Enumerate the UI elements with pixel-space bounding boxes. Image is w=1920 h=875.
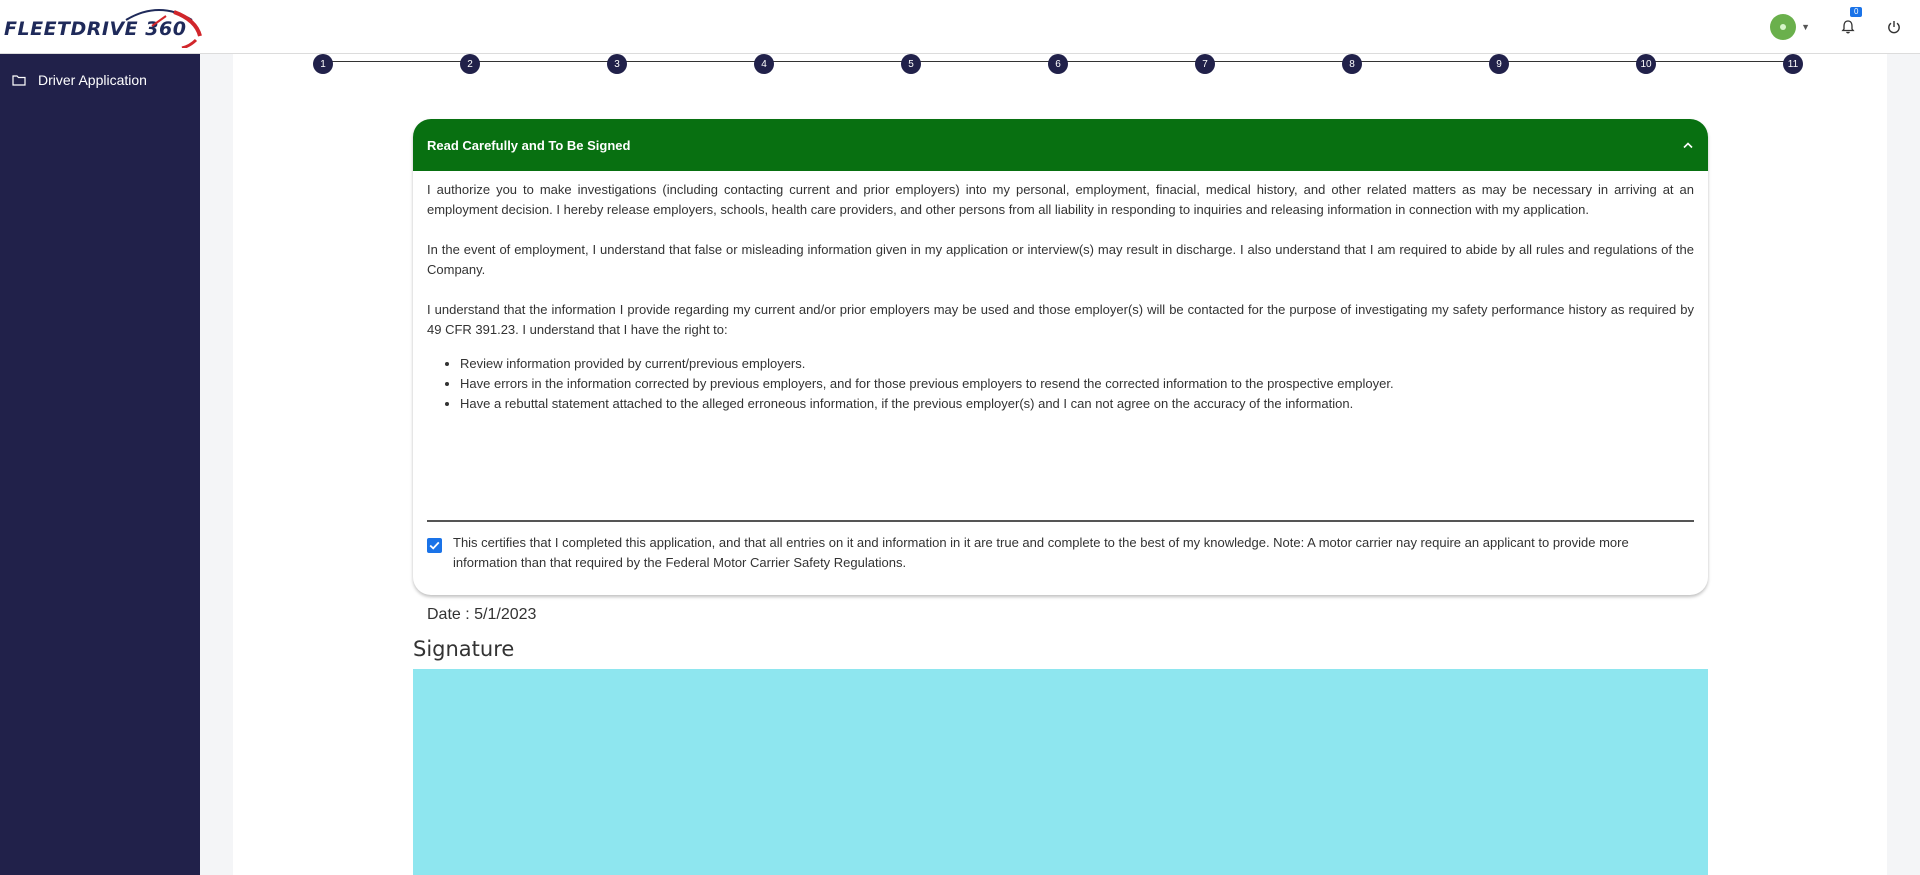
power-icon[interactable]	[1886, 19, 1902, 35]
signature-title: Signature	[413, 637, 515, 661]
date-row: Date : 5/1/2023	[427, 606, 536, 624]
folder-icon	[12, 75, 26, 86]
paragraph-authorization: I authorize you to make investigations (…	[427, 182, 1694, 217]
chevron-up-icon[interactable]	[1682, 141, 1694, 149]
date-label: Date :	[427, 606, 475, 623]
step-9[interactable]: 9	[1489, 54, 1509, 74]
check-icon	[429, 541, 440, 550]
step-10[interactable]: 10	[1636, 54, 1656, 74]
certification-row: This certifies that I completed this app…	[427, 533, 1694, 573]
list-item: Have a rebuttal statement attached to th…	[460, 394, 1694, 414]
divider	[427, 520, 1694, 522]
step-8[interactable]: 8	[1342, 54, 1362, 74]
top-right-controls: ▼ 0	[1770, 0, 1920, 54]
list-item: Review information provided by current/p…	[460, 354, 1694, 374]
paragraph-employment: In the event of employment, I understand…	[427, 242, 1694, 277]
sidebar-item-label: Driver Application	[38, 72, 147, 88]
step-6[interactable]: 6	[1048, 54, 1068, 74]
accordion-header[interactable]: Read Carefully and To Be Signed	[413, 119, 1708, 171]
fleetdrive-logo[interactable]: FLEETDRIVE 360	[4, 6, 204, 48]
top-bar: FLEETDRIVE 360 ▼ 0	[0, 0, 1920, 54]
step-3[interactable]: 3	[607, 54, 627, 74]
sidebar-item-driver-application[interactable]: Driver Application	[0, 54, 200, 106]
notifications-button[interactable]: 0	[1840, 7, 1863, 35]
step-11[interactable]: 11	[1783, 54, 1803, 74]
progress-stepper: 1 2 3 4 5 6 7 8 9 10 11	[313, 54, 1813, 80]
paragraph-rights-intro: I understand that the information I prov…	[427, 302, 1694, 337]
bell-icon	[1841, 20, 1855, 34]
speedometer-arc-icon	[125, 9, 202, 48]
step-7[interactable]: 7	[1195, 54, 1215, 74]
step-1[interactable]: 1	[313, 54, 333, 74]
caret-down-icon[interactable]: ▼	[1801, 22, 1810, 32]
certification-text: This certifies that I completed this app…	[453, 535, 1629, 570]
rights-list: Review information provided by current/p…	[460, 354, 1694, 414]
certification-checkbox[interactable]	[427, 538, 442, 553]
signature-pad[interactable]	[413, 669, 1708, 875]
agreement-text: I authorize you to make investigations (…	[413, 171, 1708, 414]
card-title: Read Carefully and To Be Signed	[427, 137, 631, 153]
main-panel: 1 2 3 4 5 6 7 8 9 10 11 Read Carefully a…	[233, 54, 1887, 875]
user-avatar[interactable]	[1770, 14, 1797, 40]
step-2[interactable]: 2	[460, 54, 480, 74]
notification-count-badge: 0	[1850, 7, 1863, 17]
step-4[interactable]: 4	[754, 54, 774, 74]
agreement-card: Read Carefully and To Be Signed I author…	[413, 119, 1708, 623]
status-dot	[1780, 24, 1787, 30]
sidebar: Driver Application	[0, 54, 200, 875]
step-5[interactable]: 5	[901, 54, 921, 74]
list-item: Have errors in the information corrected…	[460, 374, 1694, 394]
date-value: 5/1/2023	[474, 606, 537, 623]
